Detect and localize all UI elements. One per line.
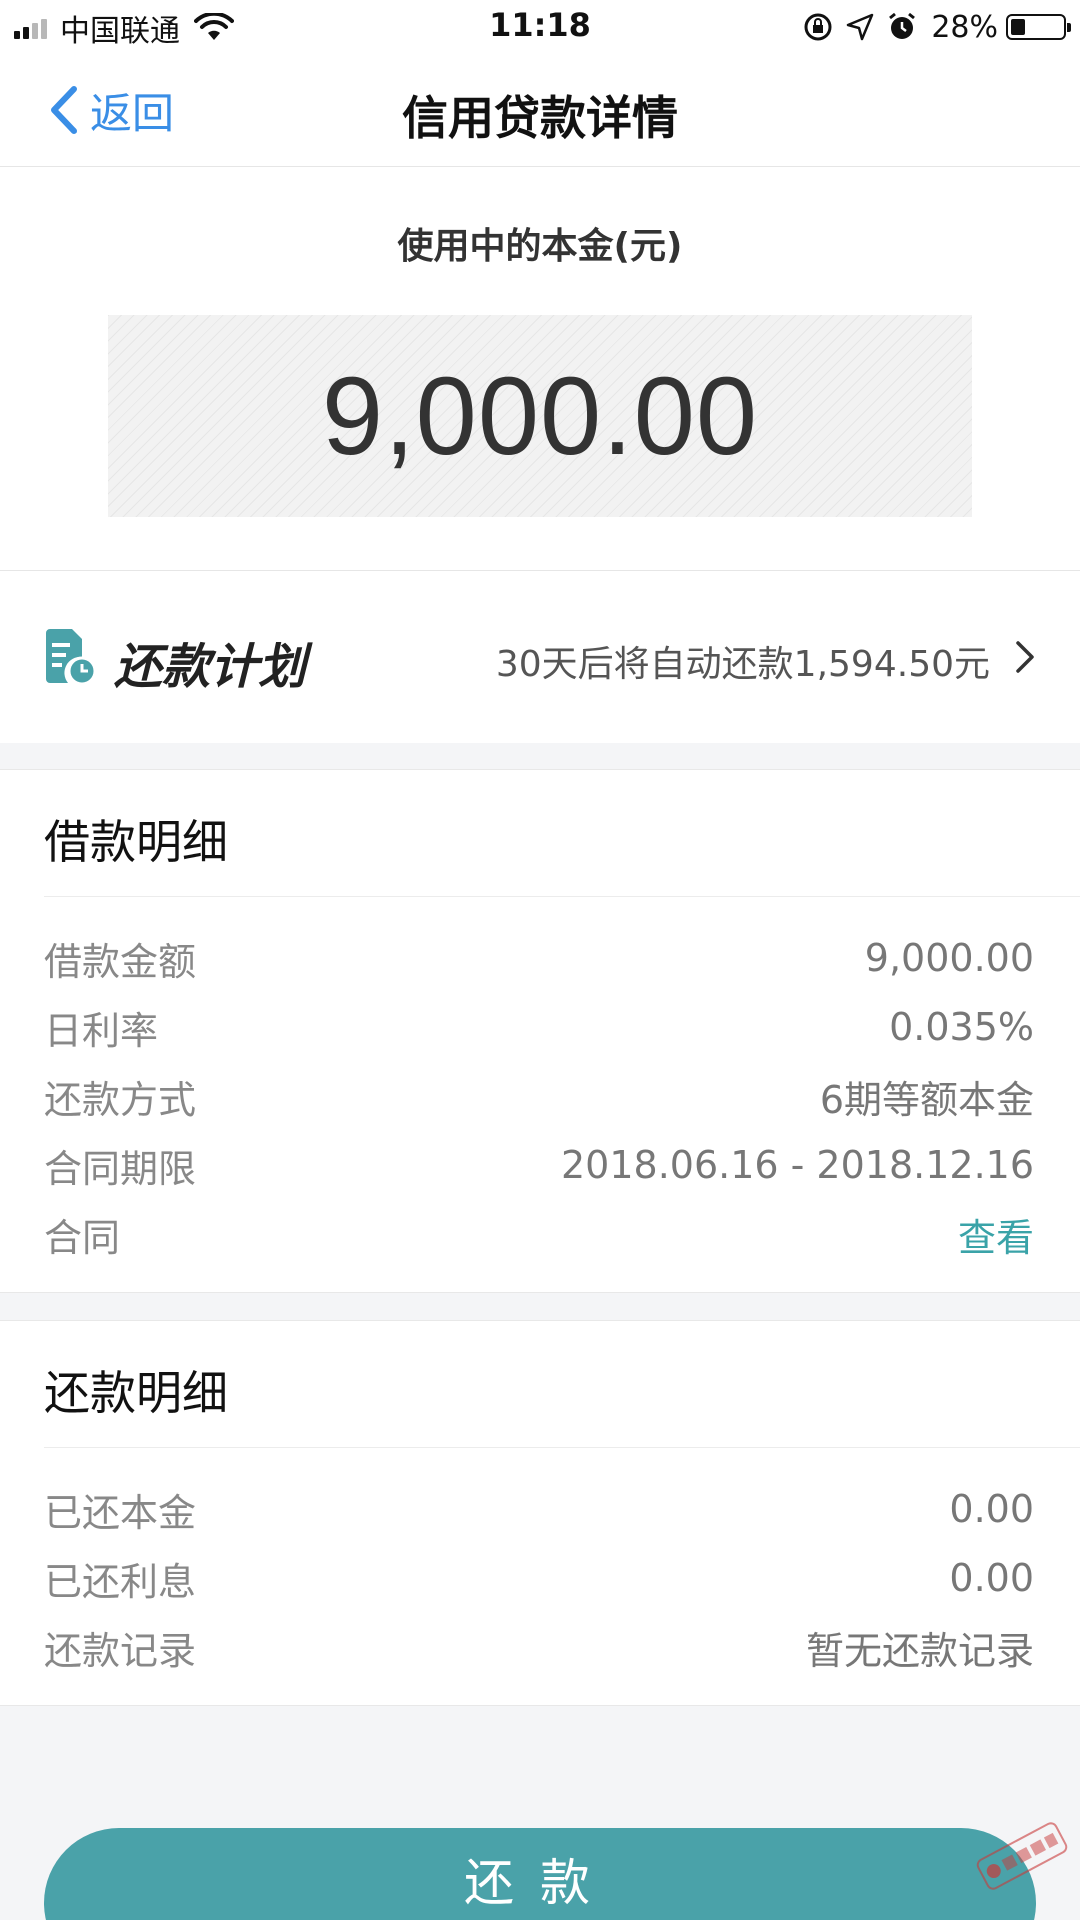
principal-label: 使用中的本金(元) [397,226,683,267]
loan-details-title: 借款明细 [44,815,228,869]
detail-row-contract-term: 合同期限 2018.06.16 - 2018.12.16 [44,1137,1034,1193]
repayment-plan-description: 30天后将自动还款1,594.50元 [495,644,990,685]
nav-bar: 返回 信用贷款详情 [0,54,1080,167]
repayment-details-title: 还款明细 [44,1366,228,1420]
screen: 中国联通 11:18 28% 返回 信用贷款详情 使用中的本金(元) 9,000… [0,0,1080,1920]
repay-button-label: 还款 [464,1854,616,1912]
detail-value: 9,000.00 [864,936,1034,980]
page-title: 信用贷款详情 [402,91,678,145]
location-icon [847,13,874,41]
detail-label: 合同 [44,1215,121,1260]
detail-value: 6期等额本金 [819,1077,1034,1122]
calendar-clock-icon [46,629,97,686]
principal-section: 使用中的本金(元) 9,000.00 [0,167,1080,571]
detail-row-repaid-interest: 已还利息 0.00 [44,1550,1034,1606]
detail-value: 0.00 [949,1487,1034,1531]
status-right: 28% [791,6,1071,48]
detail-value: 0.035% [889,1005,1034,1049]
alarm-icon [889,12,916,39]
principal-amount: 9,000.00 [321,354,759,478]
detail-value: 0.00 [949,1556,1034,1600]
divider [44,896,1080,897]
chevron-right-icon [1016,641,1034,673]
detail-label: 合同期限 [44,1146,197,1191]
repayment-details-section: 还款明细 已还本金 0.00 已还利息 0.00 还款记录 暂无还款记录 [0,1320,1080,1706]
repayment-plan-title: 还款计划 [114,639,307,695]
view-contract-link[interactable]: 查看 [958,1207,1034,1262]
detail-row-repaid-principal: 已还本金 0.00 [44,1481,1034,1537]
detail-label: 还款方式 [44,1077,197,1122]
detail-label: 还款记录 [44,1628,197,1673]
detail-label: 已还本金 [44,1490,197,1535]
detail-row-loan-amount: 借款金额 9,000.00 [44,930,1034,986]
detail-row-repay-records: 还款记录 暂无还款记录 [44,1619,1034,1675]
detail-row-repay-method: 还款方式 6期等额本金 [44,1068,1034,1124]
detail-value: 暂无还款记录 [805,1628,1034,1673]
detail-value: 2018.06.16 - 2018.12.16 [560,1143,1034,1187]
detail-label: 已还利息 [44,1559,197,1604]
status-bar: 中国联通 11:18 28% [0,0,1080,54]
detail-row-daily-rate: 日利率 0.035% [44,999,1034,1055]
rotation-lock-icon [804,13,832,41]
detail-row-contract: 合同 查看 [44,1206,1034,1262]
battery-percent: 28% [931,9,998,45]
detail-label: 日利率 [44,1008,159,1053]
detail-label: 借款金额 [44,939,197,984]
repay-button[interactable]: 还款 [44,1828,1036,1920]
divider [44,1447,1080,1448]
repayment-plan-row[interactable]: 还款计划 30天后将自动还款1,594.50元 [0,571,1080,743]
loan-details-section: 借款明细 借款金额 9,000.00 日利率 0.035% 还款方式 6期等额本… [0,769,1080,1293]
principal-amount-box: 9,000.00 [108,315,972,517]
battery-icon [1006,14,1071,40]
